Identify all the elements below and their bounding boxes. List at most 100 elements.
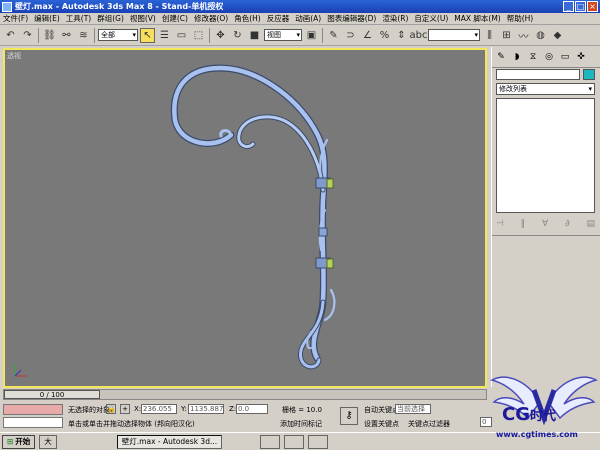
select-by-name-icon[interactable]: ☰ (157, 28, 172, 43)
redo-icon[interactable]: ↷ (20, 28, 35, 43)
taskbar-item[interactable] (308, 434, 329, 449)
rotate-icon[interactable]: ↻ (230, 28, 245, 43)
menu-file[interactable]: 文件(F) (0, 13, 31, 25)
start-button[interactable]: ⊞ 开始 (2, 434, 36, 449)
curve-editor-icon[interactable]: 〰 (516, 28, 531, 43)
reference-coord-dropdown[interactable]: 视图 (264, 29, 302, 41)
select-link-icon[interactable]: ⛓ (42, 28, 57, 43)
pin-stack-icon[interactable]: ⊣ (496, 219, 504, 229)
create-tab-icon[interactable]: ✎ (494, 50, 508, 64)
spinner-snap-icon[interactable]: ⇕ (394, 28, 409, 43)
maxscript-input[interactable] (3, 417, 63, 428)
render-icon[interactable]: ◆ (550, 28, 565, 43)
window-title: 壁灯.max - Autodesk 3ds Max 8 - Stand-单机授权 (15, 2, 224, 11)
percent-snap-icon[interactable]: % (377, 28, 392, 43)
menu-tools[interactable]: 工具(T) (63, 13, 94, 25)
lock-selection-icon[interactable]: 🔒 (106, 404, 116, 414)
z-coordinate[interactable]: 0.0 (236, 404, 268, 414)
unlink-icon[interactable]: ⚯ (59, 28, 74, 43)
key-filters-button[interactable]: 关键点过滤器 (408, 419, 450, 429)
y-coordinate[interactable]: 1135.887 (188, 404, 224, 414)
maximize-button[interactable]: □ (575, 1, 586, 12)
move-icon[interactable]: ✥ (213, 28, 228, 43)
remove-modifier-icon[interactable]: ∂ (565, 219, 570, 229)
motion-tab-icon[interactable]: ◎ (542, 50, 556, 64)
time-slider[interactable]: 0 / 100 (3, 389, 487, 400)
menu-modifiers[interactable]: 修改器(O) (191, 13, 231, 25)
y-label: Y: (181, 405, 187, 413)
cgtimes-watermark: CG 时代 www.cgtimes.com (488, 352, 600, 450)
menu-customize[interactable]: 自定义(U) (411, 13, 451, 25)
modify-tab-icon[interactable]: ◗ (510, 50, 524, 64)
utilities-tab-icon[interactable]: ✜ (574, 50, 588, 64)
hierarchy-tab-icon[interactable]: ⧖ (526, 50, 540, 64)
menu-edit[interactable]: 编辑(E) (31, 13, 63, 25)
angle-snap-icon[interactable]: ∠ (360, 28, 375, 43)
taskbar-item[interactable] (260, 434, 281, 449)
title-bar: 壁灯.max - Autodesk 3ds Max 8 - Stand-单机授权… (0, 0, 600, 13)
x-coordinate[interactable]: 236.055 (141, 404, 177, 414)
quick-launch[interactable]: 大 (39, 434, 57, 449)
menu-animation[interactable]: 动画(A) (292, 13, 324, 25)
modifier-stack[interactable] (496, 98, 595, 213)
taskbar-item[interactable] (284, 434, 305, 449)
material-editor-icon[interactable]: ◍ (533, 28, 548, 43)
menu-reactor[interactable]: 反应器 (264, 13, 293, 25)
select-object-icon[interactable]: ↖ (140, 27, 155, 43)
named-selection-sets-dropdown[interactable] (428, 29, 480, 41)
set-key-button[interactable]: 设置关键点 (364, 419, 399, 429)
start-label: 开始 (15, 437, 31, 446)
undo-icon[interactable]: ↶ (3, 28, 18, 43)
menu-create[interactable]: 创建(C) (159, 13, 191, 25)
menu-character[interactable]: 角色(H) (231, 13, 264, 25)
menu-bar: 文件(F) 编辑(E) 工具(T) 群组(G) 视图(V) 创建(C) 修改器(… (0, 13, 600, 25)
absolute-mode-icon[interactable]: + (120, 404, 130, 414)
selection-filter-dropdown[interactable]: 全部 (98, 29, 138, 41)
close-button[interactable]: × (587, 1, 598, 12)
auto-key-button[interactable]: 自动关键点 (364, 405, 399, 415)
configure-sets-icon[interactable]: ▤ (586, 219, 595, 229)
snap-toggle-icon[interactable]: ⊃ (343, 28, 358, 43)
rect-selection-region-icon[interactable]: ▭ (174, 28, 189, 43)
object-name-field[interactable] (496, 69, 580, 80)
app-icon (2, 1, 12, 12)
time-slider-thumb[interactable]: 0 / 100 (4, 390, 100, 399)
command-panel: ✎ ◗ ⧖ ◎ ▭ ✜ 修改列表 ⊣ ‖ ∀ ∂ ▤ (491, 47, 600, 387)
minimize-button[interactable]: _ (563, 1, 574, 12)
make-unique-icon[interactable]: ∀ (542, 219, 548, 229)
modifier-list-dropdown[interactable]: 修改列表 (496, 83, 595, 95)
object-color-swatch[interactable] (583, 69, 595, 80)
windows-logo-icon: ⊞ (7, 437, 14, 446)
key-mode-icon[interactable]: ⚷ (340, 407, 358, 425)
named-selection-icon[interactable]: abc (410, 28, 428, 43)
toolbar-divider (94, 27, 95, 43)
add-time-tag[interactable]: 添加时间标记 (280, 419, 322, 429)
pivot-center-icon[interactable]: ▣ (304, 28, 319, 43)
wall-lamp-model[interactable] (5, 50, 485, 386)
menu-help[interactable]: 帮助(H) (504, 13, 537, 25)
menu-group[interactable]: 群组(G) (94, 13, 127, 25)
bind-spacewarp-icon[interactable]: ≋ (76, 28, 91, 43)
menu-rendering[interactable]: 渲染(R) (379, 13, 411, 25)
display-tab-icon[interactable]: ▭ (558, 50, 572, 64)
axis-tripod-icon (14, 364, 27, 377)
toolbar-divider (209, 27, 210, 43)
grid-setting: 栅格 = 10.0 (282, 406, 322, 414)
watermark-site: www.cgtimes.com (496, 430, 578, 439)
main-toolbar: ↶ ↷ ⛓ ⚯ ≋ 全部 ↖ ☰ ▭ ⬚ ✥ ↻ ■ 视图 ▣ ✎ ⊃ ∠ % … (0, 25, 600, 46)
show-end-result-icon[interactable]: ‖ (521, 219, 526, 229)
align-icon[interactable]: ⊞ (499, 28, 514, 43)
taskbar-item-3dsmax[interactable]: 壁灯.max - Autodesk 3d... (116, 434, 223, 449)
scale-icon[interactable]: ■ (247, 28, 262, 43)
selected-dropdown[interactable]: 当前选择 (395, 404, 431, 414)
window-crossing-icon[interactable]: ⬚ (191, 28, 206, 43)
menu-graph-editors[interactable]: 图表编辑器(D) (324, 13, 379, 25)
stack-tools: ⊣ ‖ ∀ ∂ ▤ (496, 219, 595, 229)
mirror-icon[interactable]: ⫼ (482, 28, 497, 43)
select-manipulate-icon[interactable]: ✎ (326, 28, 341, 43)
toolbar-divider (38, 27, 39, 43)
maxscript-listener[interactable] (3, 404, 63, 415)
menu-maxscript[interactable]: MAX 脚本(M) (451, 13, 503, 25)
menu-views[interactable]: 视图(V) (127, 13, 159, 25)
perspective-viewport[interactable]: 透视 (3, 48, 487, 388)
